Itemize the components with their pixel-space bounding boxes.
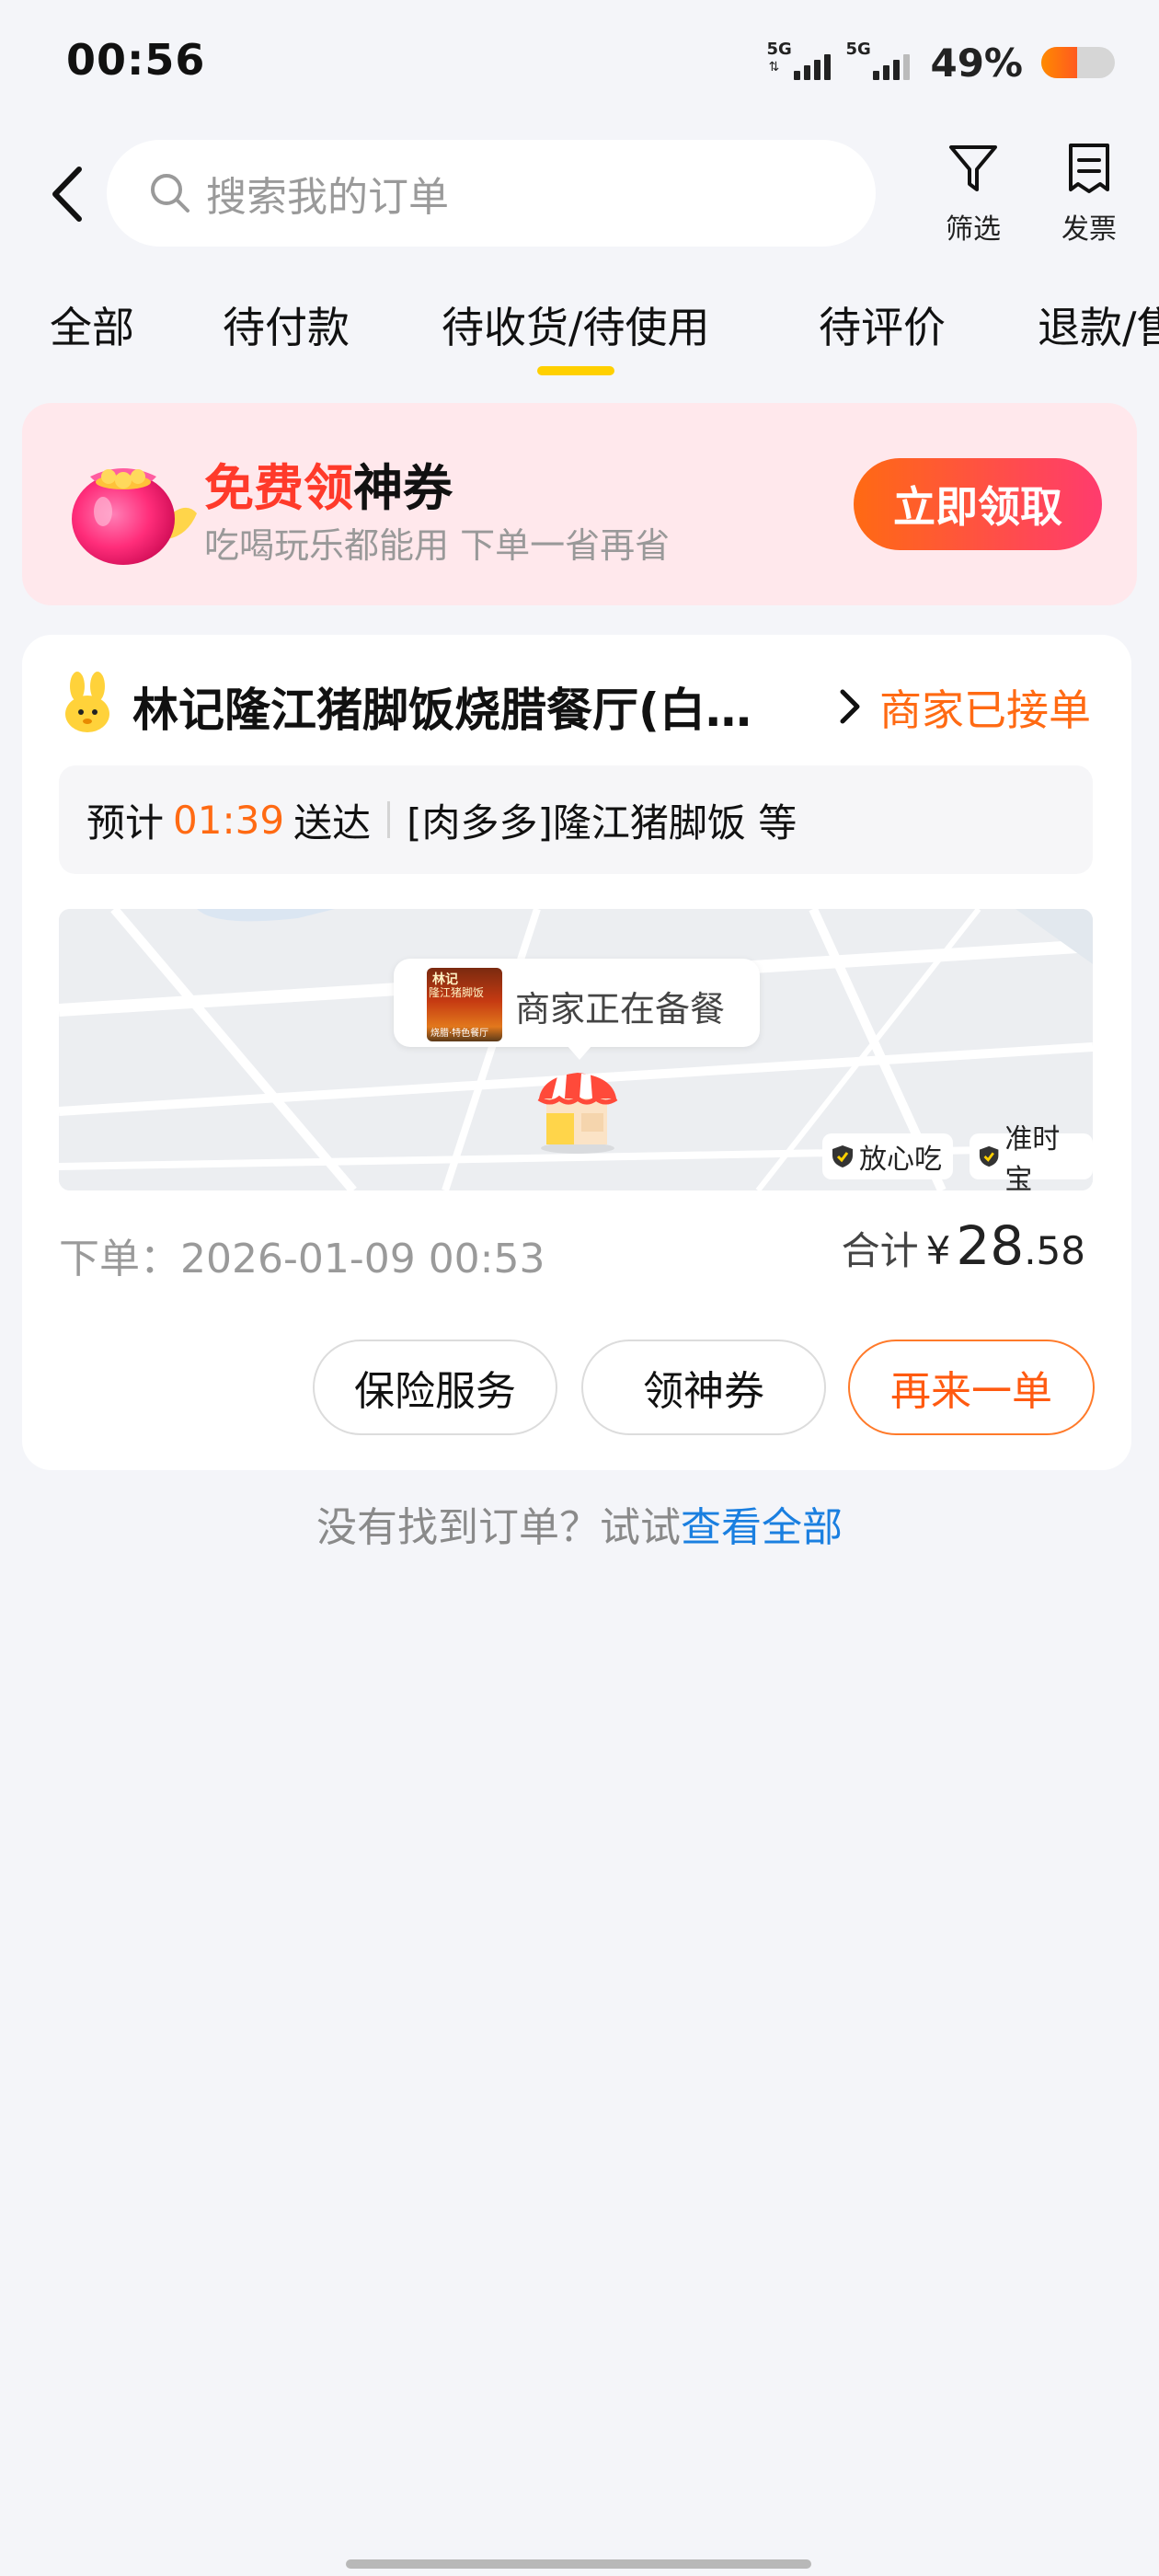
coupon-banner[interactable]: 免费领神券 吃喝玩乐都能用 下单一省再省 立即领取	[22, 403, 1137, 605]
reorder-button[interactable]: 再来一单	[848, 1340, 1095, 1435]
divider	[387, 801, 391, 838]
banner-title: 免费领神券	[204, 459, 453, 517]
filter-icon	[949, 145, 997, 191]
tab-pending-review[interactable]: 待评价	[819, 294, 946, 355]
view-all-link[interactable]: 查看全部	[681, 1504, 843, 1551]
tab-pending-receipt[interactable]: 待收货/待使用	[442, 294, 710, 375]
filter-label: 筛选	[946, 213, 1001, 246]
chevron-left-icon	[52, 167, 82, 222]
order-tabs: 全部 待付款 待收货/待使用 待评价 退款/售后	[0, 294, 1159, 377]
back-button[interactable]	[44, 162, 96, 226]
eta-box: 预计 01:39 送达 [肉多多]隆江猪脚饭 等	[59, 765, 1093, 874]
map-status-text: 商家正在备餐	[515, 989, 726, 1029]
badge-on-time: 准时宝	[970, 1123, 1093, 1190]
map-status-popup: 林记 隆江猪脚饭 烧腊·特色餐厅 商家正在备餐	[394, 959, 760, 1060]
search-input[interactable]: 搜索我的订单	[107, 140, 876, 247]
battery-percent: 49%	[930, 40, 1023, 86]
eta-time: 01:39	[173, 797, 285, 843]
insurance-service-button[interactable]: 保险服务	[313, 1340, 557, 1435]
shield-icon	[979, 1145, 999, 1167]
battery-icon	[1041, 47, 1115, 78]
home-indicator[interactable]	[346, 2559, 811, 2569]
total-decimal: .58	[1024, 1228, 1085, 1273]
data-arrows-icon: ⇅	[768, 60, 780, 75]
shop-thumbnail: 林记 隆江猪脚饭 烧腊·特色餐厅	[427, 968, 502, 1041]
header: 搜索我的订单 筛选 发票	[0, 136, 1159, 250]
invoice-icon	[1069, 144, 1109, 193]
filter-button[interactable]: 筛选	[927, 142, 1019, 252]
badge-safe-eat: 放心吃	[822, 1133, 953, 1179]
eta-suffix: 送达	[293, 799, 372, 845]
signal-label: 5G	[845, 40, 871, 59]
tab-refund[interactable]: 退款/售后	[1038, 294, 1159, 355]
not-found-hint: 没有找到订单？试试查看全部	[0, 1494, 1159, 1553]
order-total: 合计 ¥ 28 .58	[842, 1214, 1085, 1277]
banner-subtitle: 吃喝玩乐都能用 下单一省再省	[204, 525, 671, 566]
total-integer: 28	[956, 1214, 1025, 1277]
total-label: 合计	[841, 1228, 919, 1273]
status-indicators: 5G ⇅ 5G 49%	[766, 35, 1115, 90]
invoice-label: 发票	[1061, 213, 1117, 246]
invoice-button[interactable]: 发票	[1043, 142, 1135, 252]
status-bar: 00:56 5G ⇅ 5G 49%	[0, 0, 1159, 120]
search-icon	[151, 174, 189, 213]
signal-icon: 5G	[845, 40, 911, 86]
order-time: 下单：2026-01-09 00:53	[59, 1236, 545, 1282]
tab-pending-payment[interactable]: 待付款	[223, 294, 350, 355]
shop-name[interactable]: 林记隆江猪脚饭烧腊餐厅(白…	[132, 673, 813, 740]
store-icon	[537, 1073, 618, 1154]
chevron-right-icon[interactable]	[832, 679, 868, 734]
signal-label: 5G	[766, 40, 792, 59]
shield-icon	[832, 1145, 853, 1167]
delivery-map[interactable]: 林记 隆江猪脚饭 烧腊·特色餐厅 商家正在备餐 放心吃 准时宝	[59, 909, 1093, 1190]
claim-coupon-button[interactable]: 立即领取	[854, 458, 1102, 550]
status-time: 00:56	[66, 35, 206, 85]
eta-prefix: 预计	[86, 799, 165, 845]
hint-text: 没有找到订单？试试	[316, 1504, 681, 1551]
shop-logo-icon	[65, 672, 109, 732]
order-items: [肉多多]隆江猪脚饭 等	[407, 799, 798, 845]
get-coupon-button[interactable]: 领神券	[581, 1340, 826, 1435]
order-status: 商家已接单	[879, 685, 1091, 735]
signal-icon: 5G ⇅	[766, 40, 832, 86]
currency-symbol: ¥	[925, 1228, 951, 1273]
tab-all[interactable]: 全部	[50, 294, 134, 355]
search-placeholder: 搜索我的订单	[206, 174, 449, 221]
lucky-bag-icon	[72, 468, 197, 565]
order-card[interactable]: 林记隆江猪脚饭烧腊餐厅(白… 商家已接单 预计 01:39 送达 [肉多多]隆江…	[22, 635, 1131, 1470]
